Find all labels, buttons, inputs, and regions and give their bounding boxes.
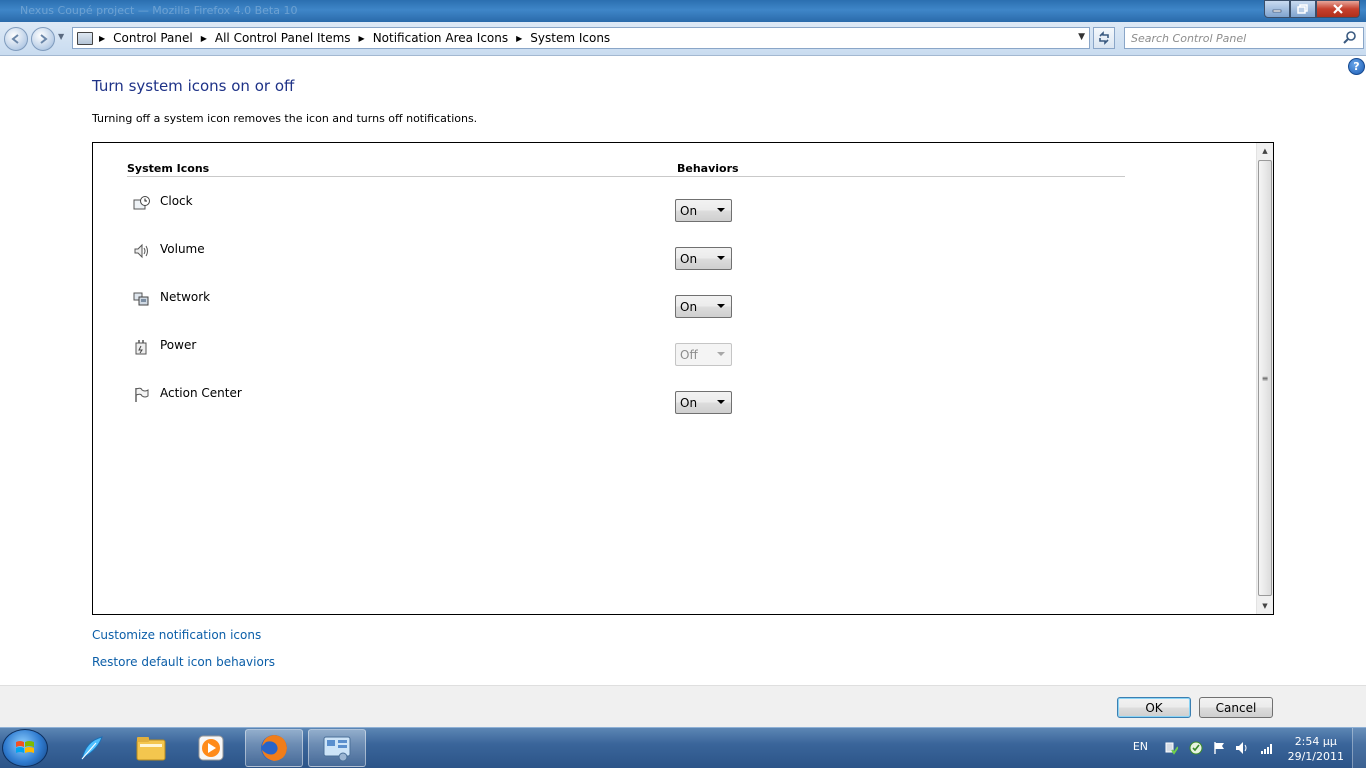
folder-icon xyxy=(136,737,166,761)
column-header-behaviors: Behaviors xyxy=(677,162,739,175)
taskbar-app-control-panel[interactable] xyxy=(308,729,366,767)
windows-logo-icon xyxy=(16,741,34,753)
taskbar-clock[interactable]: 2:54 μμ 29/1/2011 xyxy=(1288,734,1344,764)
refresh-button[interactable] xyxy=(1093,27,1115,49)
network-icon xyxy=(133,290,151,308)
action-center-flag-icon xyxy=(133,386,151,404)
cancel-button[interactable]: Cancel xyxy=(1199,697,1273,718)
address-bar[interactable]: ▶ Control Panel ▶ All Control Panel Item… xyxy=(72,27,1090,49)
recent-pages-dropdown[interactable]: ▼ xyxy=(58,32,64,41)
clock-behavior-select[interactable]: On xyxy=(675,199,732,222)
maximize-button[interactable] xyxy=(1290,0,1316,18)
list-item-network: Network On xyxy=(127,290,747,320)
vertical-scrollbar[interactable]: ▲ ≡ ▼ xyxy=(1256,143,1273,614)
breadcrumb-separator-icon[interactable]: ▶ xyxy=(516,34,522,43)
action-center-behavior-select[interactable]: On xyxy=(675,391,732,414)
dialog-button-bar: OK Cancel xyxy=(0,685,1366,727)
customize-notification-icons-link[interactable]: Customize notification icons xyxy=(92,628,261,642)
back-button[interactable] xyxy=(4,27,28,51)
window-title-ghost: Nexus Coupé project — Mozilla Firefox 4.… xyxy=(20,4,298,17)
breadcrumb-separator-icon[interactable]: ▶ xyxy=(99,34,105,43)
window-controls xyxy=(1264,0,1360,18)
list-item-label: Clock xyxy=(160,194,193,208)
forward-arrow-icon xyxy=(40,34,48,44)
refresh-icon xyxy=(1099,31,1109,45)
breadcrumb-separator-icon[interactable]: ▶ xyxy=(359,34,365,43)
list-item-volume: Volume On xyxy=(127,242,747,272)
start-button[interactable] xyxy=(2,729,48,767)
taskbar-app-explorer[interactable] xyxy=(122,729,180,767)
taskbar: EN 2:54 μμ 29/1/2011 xyxy=(0,727,1366,768)
safely-remove-hardware-icon[interactable] xyxy=(1164,741,1178,755)
search-icon[interactable] xyxy=(1343,30,1357,44)
list-item-action-center: Action Center On xyxy=(127,386,747,416)
search-input[interactable] xyxy=(1125,28,1335,48)
list-item-label: Power xyxy=(160,338,197,352)
network-signal-icon[interactable] xyxy=(1260,741,1274,755)
window-titlebar: Nexus Coupé project — Mozilla Firefox 4.… xyxy=(0,0,1366,22)
language-indicator[interactable]: EN xyxy=(1133,740,1148,753)
breadcrumb-all-items[interactable]: All Control Panel Items xyxy=(215,31,351,45)
address-history-dropdown-icon[interactable]: ▼ xyxy=(1078,32,1085,42)
taskbar-app-feather[interactable] xyxy=(62,729,120,767)
minimize-icon xyxy=(1272,9,1282,13)
show-desktop-button[interactable] xyxy=(1352,728,1366,768)
volume-tray-icon[interactable] xyxy=(1235,741,1249,755)
list-item-power: Power Off xyxy=(127,338,747,368)
navigation-bar: ▼ ▶ Control Panel ▶ All Control Panel It… xyxy=(0,22,1366,56)
taskbar-app-media-player[interactable] xyxy=(182,729,240,767)
clock-icon xyxy=(133,194,151,212)
clock-date: 29/1/2011 xyxy=(1287,750,1344,763)
system-icons-list: System Icons Behaviors Clock On Volume O… xyxy=(92,142,1274,615)
help-icon[interactable]: ? xyxy=(1348,58,1365,75)
minimize-button[interactable] xyxy=(1264,0,1290,18)
restore-icon xyxy=(1297,4,1308,14)
volume-behavior-select[interactable]: On xyxy=(675,247,732,270)
list-item-label: Network xyxy=(160,290,211,304)
list-item-label: Volume xyxy=(160,242,205,256)
breadcrumb-control-panel[interactable]: Control Panel xyxy=(113,31,193,45)
control-panel-icon xyxy=(77,31,93,45)
page-title: Turn system icons on or off xyxy=(92,77,295,95)
restore-default-icon-behaviors-link[interactable]: Restore default icon behaviors xyxy=(92,655,275,669)
antivirus-shield-icon[interactable] xyxy=(1189,741,1203,755)
power-icon xyxy=(133,338,151,356)
scroll-down-arrow-icon[interactable]: ▼ xyxy=(1257,598,1273,614)
list-item-label: Action Center xyxy=(160,386,242,400)
power-behavior-select: Off xyxy=(675,343,732,366)
breadcrumb: ▶ Control Panel ▶ All Control Panel Item… xyxy=(99,31,618,45)
breadcrumb-system-icons[interactable]: System Icons xyxy=(530,31,610,45)
close-button[interactable] xyxy=(1316,0,1360,18)
system-tray: EN 2:54 μμ 29/1/2011 xyxy=(1066,728,1366,768)
search-box xyxy=(1124,27,1364,49)
control-panel-app-icon xyxy=(323,736,351,762)
back-arrow-icon xyxy=(11,34,19,44)
breadcrumb-notification-area[interactable]: Notification Area Icons xyxy=(373,31,508,45)
scroll-thumb[interactable]: ≡ xyxy=(1258,160,1272,596)
media-player-icon xyxy=(198,735,224,761)
header-divider xyxy=(127,176,1125,177)
column-header-system-icons: System Icons xyxy=(127,162,210,175)
firefox-icon xyxy=(261,735,287,761)
network-behavior-select[interactable]: On xyxy=(675,295,732,318)
forward-button[interactable] xyxy=(31,27,55,51)
feather-app-icon xyxy=(81,736,103,761)
scroll-up-arrow-icon[interactable]: ▲ xyxy=(1257,143,1273,159)
list-item-clock: Clock On xyxy=(127,194,747,224)
breadcrumb-separator-icon[interactable]: ▶ xyxy=(201,34,207,43)
volume-icon xyxy=(133,242,151,260)
clock-time: 2:54 μμ xyxy=(1294,735,1337,748)
close-icon xyxy=(1333,4,1343,14)
taskbar-app-firefox[interactable] xyxy=(245,729,303,767)
page-description: Turning off a system icon removes the ic… xyxy=(92,112,478,125)
ok-button[interactable]: OK xyxy=(1117,697,1191,718)
action-center-tray-icon[interactable] xyxy=(1212,741,1226,755)
